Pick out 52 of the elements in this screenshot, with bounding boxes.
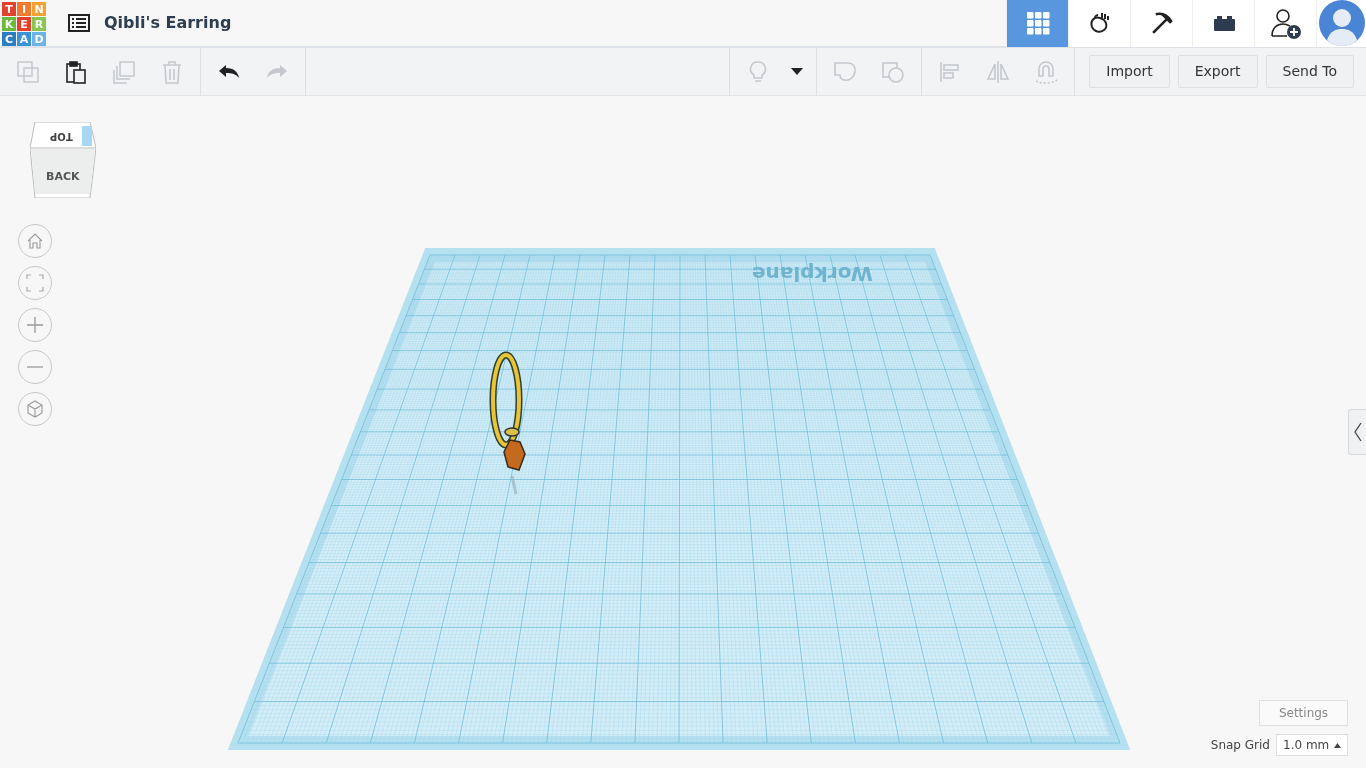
add-user-nav-button[interactable] — [1254, 0, 1316, 47]
ortho-button[interactable] — [18, 392, 52, 426]
zoom-out-icon — [27, 365, 43, 369]
home-button[interactable] — [18, 224, 52, 258]
caret-icon — [791, 67, 804, 76]
grid-icon — [1025, 11, 1050, 35]
toolbar-action-button[interactable]: Export — [1177, 55, 1258, 88]
toolbar-action-button[interactable]: Import — [1089, 55, 1170, 88]
fit-button[interactable] — [18, 266, 52, 300]
snap-grid-select[interactable]: 1.0 mm — [1276, 734, 1348, 756]
view-cube-drawing[interactable] — [30, 122, 96, 198]
magnet-icon — [1034, 59, 1059, 84]
chevron-left-icon — [1353, 422, 1362, 442]
square-circle-icon — [881, 59, 906, 84]
shape-icon — [833, 59, 858, 84]
mirror-icon — [986, 59, 1011, 84]
fit-view-icon — [26, 274, 44, 292]
caret-up-icon — [1334, 742, 1341, 748]
avatar-icon — [1318, 0, 1365, 46]
settings-button[interactable]: Settings — [1259, 700, 1348, 726]
workplane-label: Workplane — [752, 261, 873, 288]
duplicate-icon — [112, 59, 136, 84]
logo-letter: K — [2, 17, 16, 31]
logo-letter: C — [2, 32, 16, 46]
logo-letter: N — [32, 2, 46, 16]
cube-icon — [26, 400, 44, 418]
logo-letter: A — [17, 32, 31, 46]
logo-letter: R — [32, 17, 46, 31]
add-user-icon — [1268, 6, 1303, 40]
cube-top-label: TOP — [50, 130, 73, 144]
trash-icon — [160, 59, 184, 84]
cube-face-label: BACK — [46, 169, 80, 185]
blob-nav-button[interactable] — [1068, 0, 1130, 47]
logo-letter: I — [17, 2, 31, 16]
snap-grid-label: Snap Grid — [1210, 737, 1270, 754]
home-icon — [26, 232, 44, 250]
zoom-in-button[interactable] — [18, 308, 52, 342]
logo[interactable]: T I N K E R C A D — [2, 2, 46, 46]
panel-toggle-handle[interactable] — [1348, 409, 1366, 455]
toolbar-action-button[interactable]: Send To — [1265, 55, 1354, 88]
copy-icon — [16, 59, 40, 84]
logo-letter: E — [17, 17, 31, 31]
zoom-out-button[interactable] — [18, 350, 52, 384]
brick-nav-button[interactable] — [1192, 0, 1254, 47]
zoom-in-icon — [27, 317, 43, 333]
logo-letter: T — [2, 2, 16, 16]
list-icon — [68, 14, 90, 32]
design-title[interactable]: Qibli's Earring — [104, 11, 232, 35]
clipboard-icon — [64, 59, 88, 84]
account-button[interactable] — [1316, 0, 1366, 47]
pickaxe-nav-button[interactable] — [1130, 0, 1192, 47]
logo-letter: D — [32, 32, 46, 46]
